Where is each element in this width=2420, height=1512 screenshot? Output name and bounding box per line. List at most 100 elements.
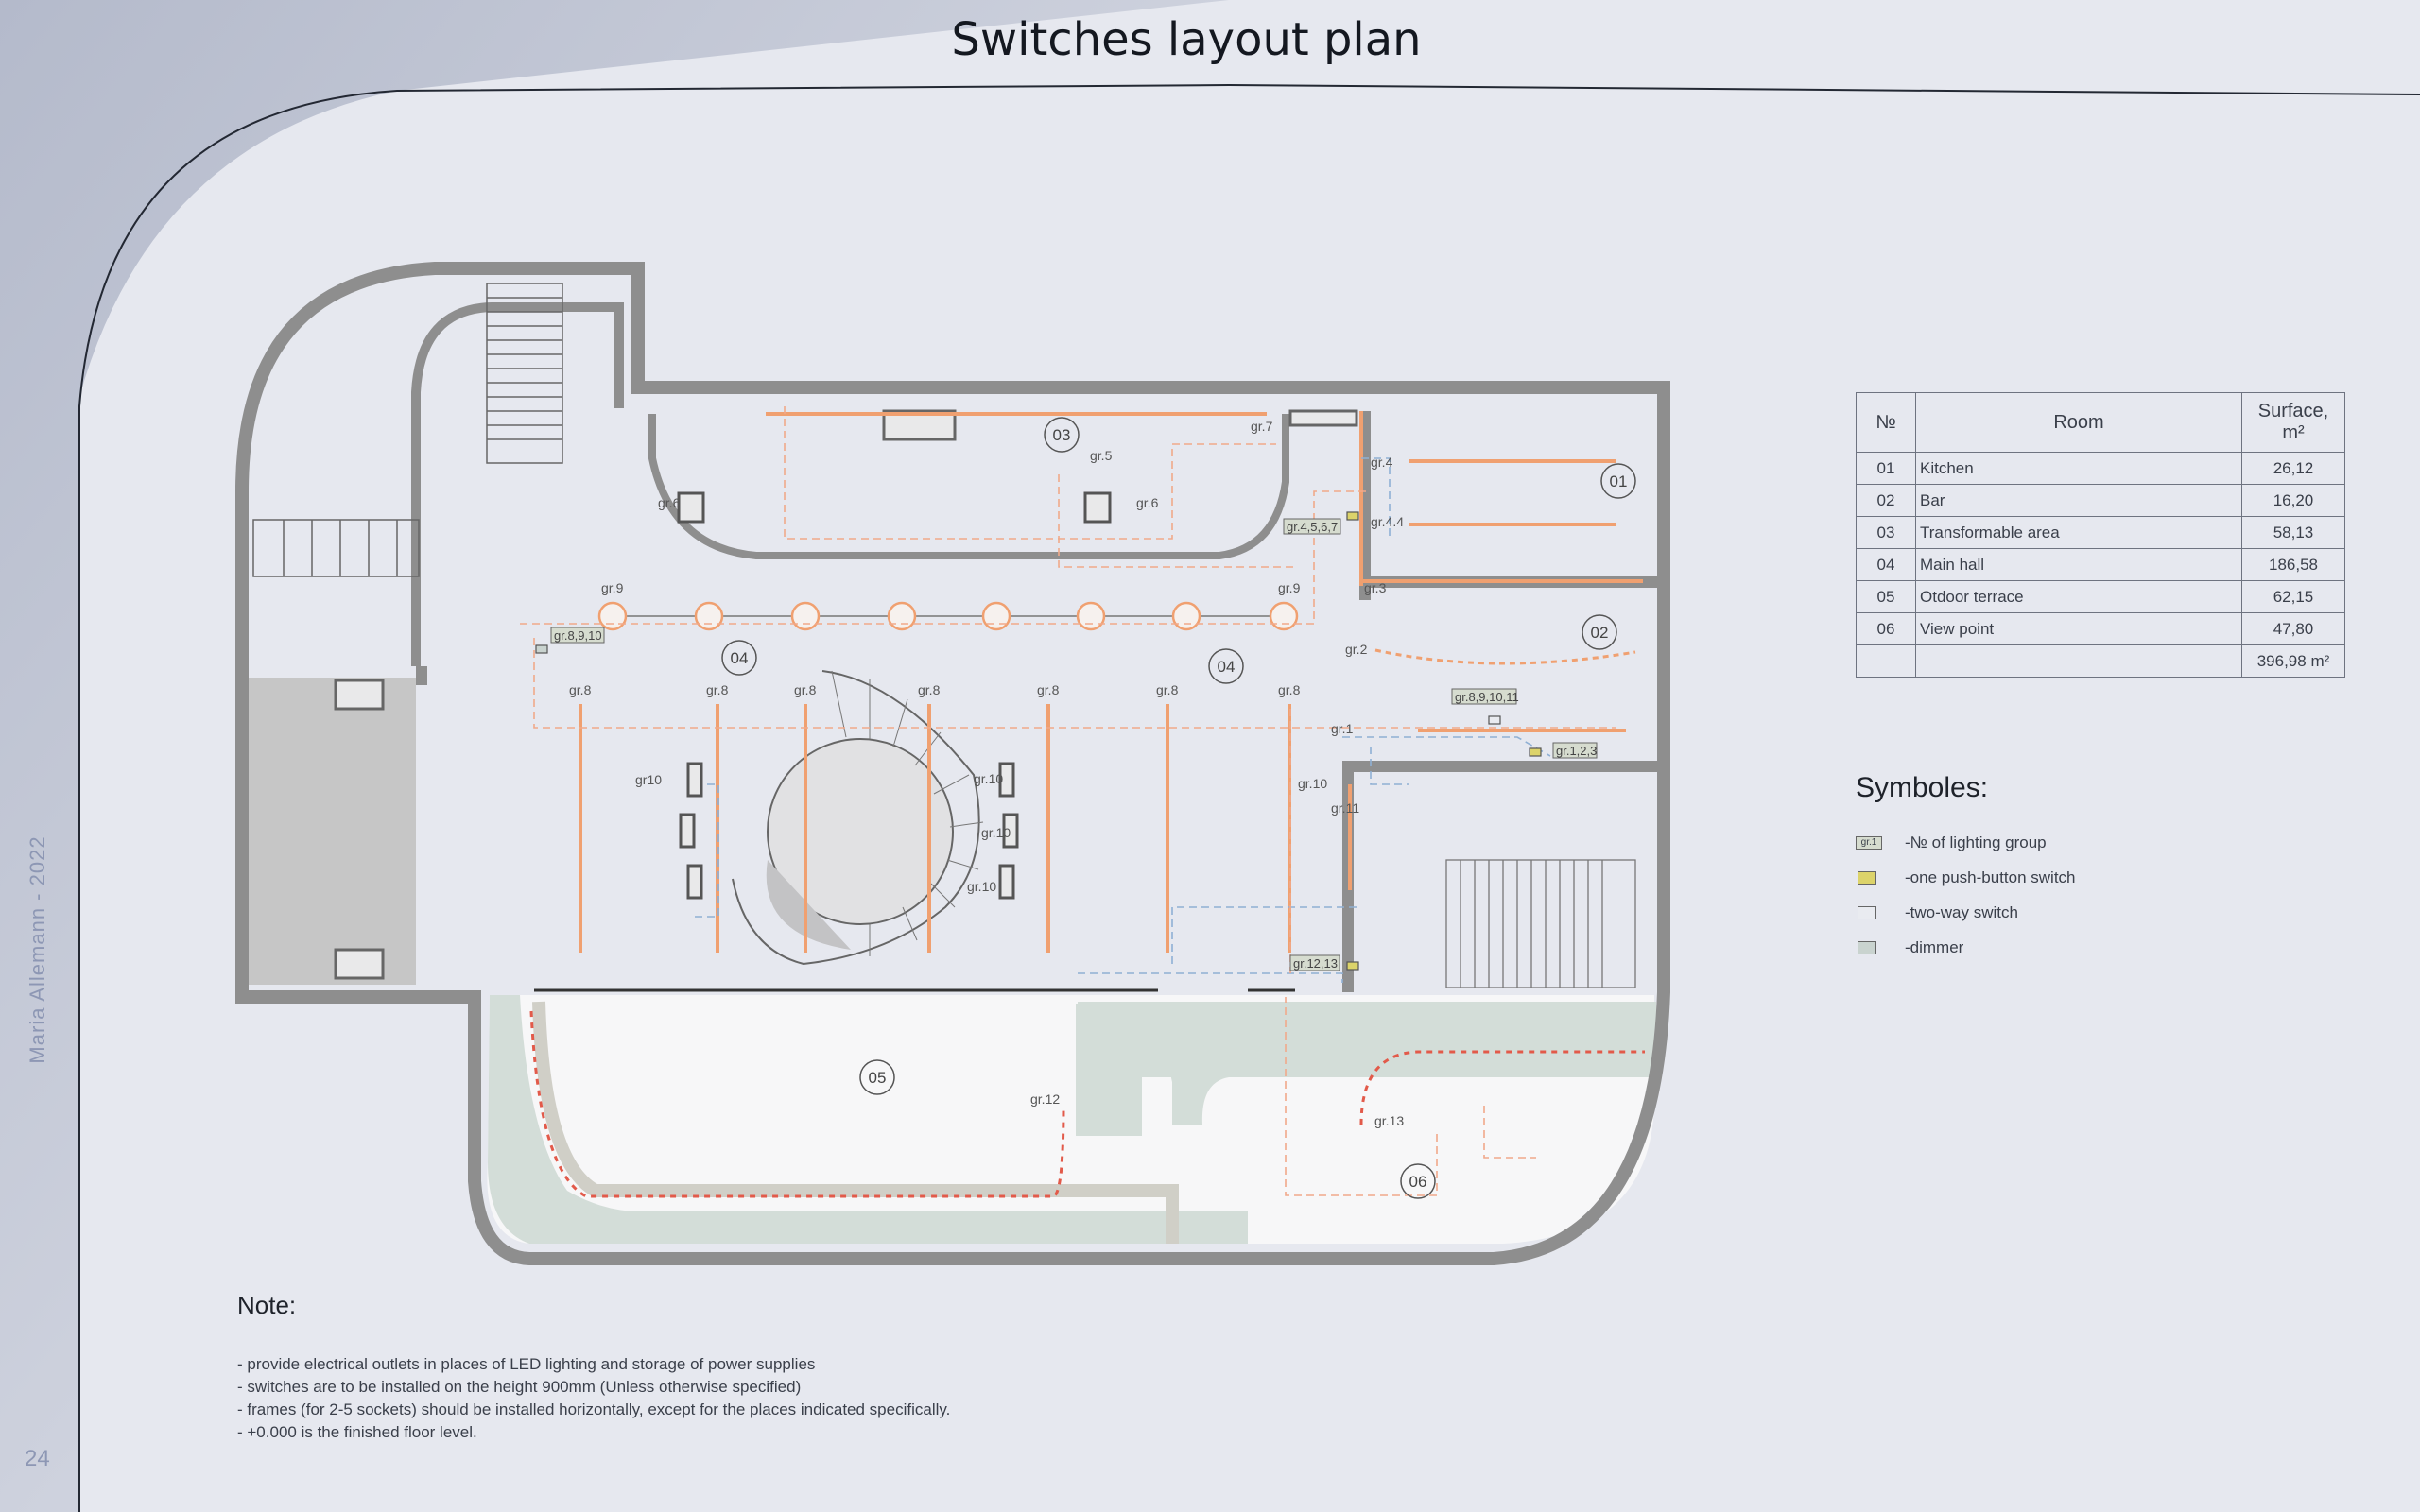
- push-button-switch-swatch: [1856, 868, 1884, 887]
- group-label: gr.10: [981, 825, 1011, 840]
- lighting-group-tag: gr.1: [1856, 836, 1882, 850]
- window-recess: [1288, 409, 1358, 427]
- cell-room: Otdoor terrace: [1915, 580, 2242, 613]
- group-label: gr.4: [1371, 455, 1393, 470]
- note-line: - switches are to be installed on the he…: [237, 1378, 802, 1396]
- table-row: 02 Bar 16,20: [1856, 484, 2345, 517]
- cell-empty: [1915, 644, 2242, 678]
- two-way-switch-swatch: [1856, 903, 1884, 922]
- cell-surface: 186,58: [2241, 548, 2345, 581]
- room-marker-label: 05: [869, 1069, 887, 1087]
- room-marker-label: 04: [731, 649, 749, 667]
- cell-number: 06: [1856, 612, 1916, 645]
- group-label: gr10: [635, 772, 662, 787]
- table-row: 03 Transformable area 58,13: [1856, 516, 2345, 549]
- group-label: gr.8: [918, 682, 941, 697]
- note-line: - +0.000 is the finished floor level.: [237, 1423, 477, 1441]
- group-label: gr.12: [1030, 1091, 1060, 1107]
- group-label: gr.10: [1298, 776, 1327, 791]
- table-row: 06 View point 47,80: [1856, 612, 2345, 645]
- note-line: - frames (for 2-5 sockets) should be ins…: [237, 1400, 951, 1418]
- cell-number: 03: [1856, 516, 1916, 549]
- note-line: - provide electrical outlets in places o…: [237, 1355, 816, 1373]
- symbol-label: -two-way switch: [1905, 903, 2018, 921]
- group-label: gr.6: [1136, 495, 1159, 510]
- symbol-label: -№ of lighting group: [1905, 833, 2047, 851]
- cell-surface: 58,13: [2241, 516, 2345, 549]
- switch-tag: gr.12,13: [1293, 956, 1338, 971]
- cell-empty: [1856, 644, 1916, 678]
- linear-lights: [579, 411, 1643, 953]
- group-label: gr.8: [794, 682, 817, 697]
- group-label: gr.8: [1156, 682, 1179, 697]
- transformable-area-wall: [648, 414, 1289, 559]
- symbol-lighting-group: gr.1 -№ of lighting group: [1856, 833, 2047, 853]
- cell-number: 04: [1856, 548, 1916, 581]
- room-marker-label: 01: [1610, 472, 1628, 490]
- room-marker-label: 04: [1218, 658, 1236, 676]
- cell-room: Bar: [1915, 484, 2242, 517]
- page-title: Switches layout plan: [951, 13, 1422, 66]
- rooms-table: № Room Surface, m² 01 Kitchen 26,12 02 B…: [1856, 392, 2345, 678]
- cell-total: 396,98 m²: [2241, 644, 2345, 678]
- header-surface: Surface, m²: [2241, 392, 2345, 453]
- bar-light-strip: [1374, 648, 1636, 665]
- shaded-area: [242, 678, 416, 985]
- cell-number: 02: [1856, 484, 1916, 517]
- planter: [1076, 1004, 1142, 1136]
- symbol-label: -one push-button switch: [1905, 868, 2076, 886]
- switch-tag: gr.8,9,10: [554, 628, 602, 643]
- lower-staircase: [252, 519, 420, 577]
- dimmer-swatch: [1856, 938, 1884, 957]
- group-label: gr.3: [1364, 580, 1387, 595]
- group-label: gr.4.4: [1371, 514, 1404, 529]
- cell-room: View point: [1915, 612, 2242, 645]
- cell-surface: 47,80: [2241, 612, 2345, 645]
- floor-plan: 01 02 03 04 04 05 06 gr.4 gr.4.4 gr.3 gr…: [235, 262, 1670, 1265]
- cell-surface: 26,12: [2241, 452, 2345, 485]
- group-label: gr.8: [569, 682, 592, 697]
- inner-wall-top: [411, 302, 624, 666]
- niche: [334, 948, 385, 980]
- switch-tag: gr.8,9,10,11: [1455, 690, 1519, 704]
- notes-title: Note:: [237, 1291, 297, 1319]
- cell-room: Transformable area: [1915, 516, 2242, 549]
- group-label: gr.5: [1090, 448, 1113, 463]
- group-label: gr.13: [1374, 1113, 1404, 1128]
- symbol-two-way-switch: -two-way switch: [1856, 902, 2018, 923]
- group-label: gr.10: [974, 771, 1003, 786]
- group-label: gr.8: [1278, 682, 1301, 697]
- group-label: gr.8: [1037, 682, 1060, 697]
- table-row: 01 Kitchen 26,12: [1856, 452, 2345, 485]
- stair-core-wall: [1342, 761, 1664, 772]
- group-label: gr.9: [1278, 580, 1301, 595]
- service-room-wall: [416, 666, 427, 685]
- symbol-push-button-switch: -one push-button switch: [1856, 868, 2076, 888]
- cell-surface: 62,15: [2241, 580, 2345, 613]
- room-marker-label: 03: [1053, 426, 1071, 444]
- symbol-label: -dimmer: [1905, 938, 1964, 956]
- table-row: 04 Main hall 186,58: [1856, 548, 2345, 581]
- group-label: gr.1: [1331, 721, 1354, 736]
- cell-surface: 16,20: [2241, 484, 2345, 517]
- group-label: gr.2: [1345, 642, 1368, 657]
- lighting-group-swatch: gr.1: [1856, 833, 1884, 852]
- table-total-row: 396,98 m²: [1856, 644, 2345, 678]
- table-row: 05 Otdoor terrace 62,15: [1856, 580, 2345, 613]
- group-label: gr.6: [658, 495, 681, 510]
- room-marker-label: 06: [1409, 1173, 1427, 1191]
- header-number: №: [1856, 392, 1916, 453]
- niche: [334, 679, 385, 711]
- table-header-row: № Room Surface, m²: [1856, 392, 2345, 453]
- cell-number: 01: [1856, 452, 1916, 485]
- service-staircase: [1445, 859, 1636, 988]
- group-label: gr.8: [706, 682, 729, 697]
- header-room: Room: [1915, 392, 2242, 453]
- cell-room: Kitchen: [1915, 452, 2242, 485]
- symbol-dimmer: -dimmer: [1856, 937, 1963, 958]
- symbols-title: Symboles:: [1856, 772, 1989, 803]
- group-label: gr.7: [1251, 419, 1273, 434]
- group-label: gr.10: [967, 879, 996, 894]
- cell-room: Main hall: [1915, 548, 2242, 581]
- group-label: gr.11: [1331, 800, 1359, 816]
